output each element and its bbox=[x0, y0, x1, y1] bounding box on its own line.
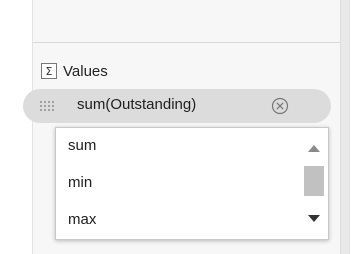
panel-scrollbar-track[interactable] bbox=[340, 0, 349, 254]
panel-top-section bbox=[33, 0, 349, 43]
values-label: Values bbox=[63, 62, 108, 80]
remove-circle-icon[interactable] bbox=[271, 97, 289, 115]
scroll-up-arrow-icon[interactable] bbox=[308, 145, 320, 152]
sigma-icon: Σ bbox=[41, 63, 57, 79]
sum-outstanding-field-pill[interactable]: sum(Outstanding) bbox=[23, 89, 331, 123]
option-max[interactable]: max bbox=[68, 211, 96, 228]
field-pill-label[interactable]: sum(Outstanding) bbox=[77, 96, 196, 113]
values-section-header: Σ Values bbox=[41, 61, 108, 81]
scroll-thumb[interactable] bbox=[304, 166, 324, 196]
grip-icon[interactable] bbox=[39, 98, 55, 114]
scroll-down-arrow-icon[interactable] bbox=[308, 215, 320, 222]
aggregation-dropdown[interactable]: sum min max bbox=[55, 127, 329, 240]
option-sum[interactable]: sum bbox=[68, 137, 96, 154]
option-min[interactable]: min bbox=[68, 174, 92, 191]
dropdown-scrollbar[interactable] bbox=[300, 128, 328, 239]
